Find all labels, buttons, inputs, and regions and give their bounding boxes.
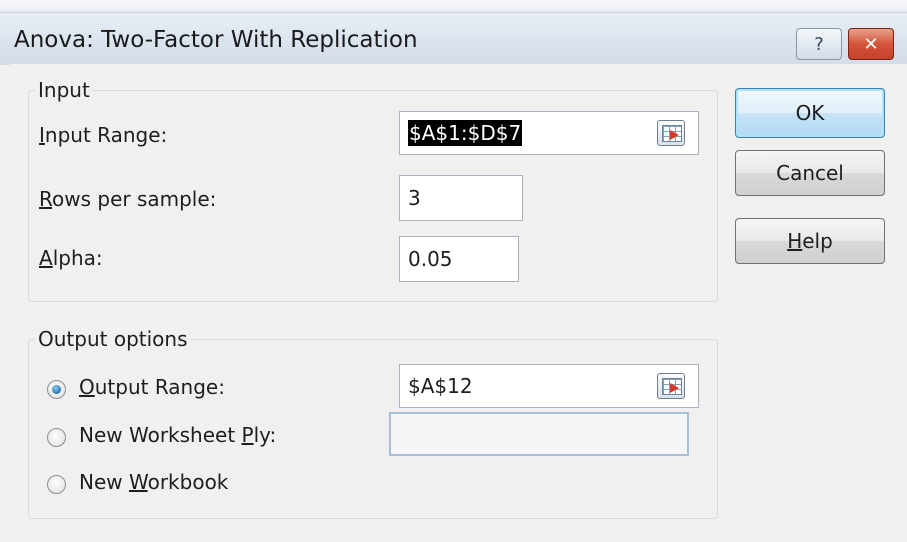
rows-per-sample-field[interactable]: 3	[399, 175, 523, 221]
output-group-title: Output options	[35, 327, 191, 351]
input-range-label: Input Range:	[39, 123, 167, 147]
rows-per-sample-label: Rows per sample:	[39, 187, 216, 211]
new-worksheet-mnemonic: P	[241, 423, 254, 447]
output-group: Output options Output Range: $A$12 New W…	[28, 327, 718, 519]
alpha-label-text: lpha:	[52, 246, 103, 270]
cancel-button[interactable]: Cancel	[735, 150, 885, 196]
input-range-field[interactable]: $A$1:$D$7	[399, 111, 699, 155]
new-worksheet-radio[interactable]	[47, 428, 66, 447]
rows-per-sample-value: 3	[408, 186, 421, 210]
new-worksheet-label[interactable]: New Worksheet Ply:	[79, 423, 276, 447]
new-worksheet-label-pre: New Worksheet	[79, 423, 242, 447]
input-range-label-text: nput Range:	[44, 123, 168, 147]
help-button[interactable]: Help	[735, 218, 885, 264]
title-bar[interactable]: Anova: Two-Factor With Replication ? ✕	[0, 12, 907, 65]
new-worksheet-field[interactable]	[389, 412, 689, 456]
input-range-value: $A$1:$D$7	[408, 120, 523, 146]
input-group-title: Input	[35, 78, 93, 102]
new-workbook-label[interactable]: New Workbook	[79, 470, 228, 494]
dialog-title: Anova: Two-Factor With Replication	[14, 27, 418, 53]
help-button-text: elp	[802, 229, 833, 253]
rows-per-sample-label-text: ows per sample:	[52, 187, 217, 211]
alpha-field[interactable]: 0.05	[399, 236, 519, 282]
output-range-label-text: utput Range:	[94, 375, 225, 399]
arrow-glyph	[670, 130, 679, 140]
output-range-field[interactable]: $A$12	[399, 364, 699, 408]
new-workbook-label-pre: New	[79, 470, 129, 494]
close-icon: ✕	[863, 33, 879, 55]
window-top-edge	[0, 0, 907, 12]
alpha-label: Alpha:	[39, 246, 103, 270]
output-range-collapse-icon[interactable]	[657, 373, 685, 399]
new-workbook-label-text: orkbook	[147, 470, 229, 494]
close-button[interactable]: ✕	[848, 28, 894, 60]
output-range-radio[interactable]	[47, 380, 66, 399]
dialog-body: Input Input Range: $A$1:$D$7 Rows per sa…	[10, 64, 907, 542]
new-workbook-mnemonic: W	[128, 470, 148, 494]
help-caption-button[interactable]: ?	[796, 28, 842, 60]
help-mnemonic: H	[787, 229, 803, 253]
question-mark-icon: ?	[814, 33, 824, 55]
input-range-collapse-icon[interactable]	[657, 120, 685, 146]
anova-dialog: Anova: Two-Factor With Replication ? ✕ I…	[0, 0, 907, 542]
output-range-mnemonic: O	[79, 375, 95, 399]
new-workbook-radio[interactable]	[47, 475, 66, 494]
output-range-label[interactable]: Output Range:	[79, 375, 225, 399]
input-group: Input Input Range: $A$1:$D$7 Rows per sa…	[28, 78, 718, 302]
alpha-mnemonic: A	[39, 246, 53, 270]
new-worksheet-label-text: ly:	[253, 423, 277, 447]
output-range-value: $A$12	[408, 374, 473, 398]
rows-per-sample-mnemonic: R	[39, 187, 52, 211]
alpha-value: 0.05	[408, 247, 453, 271]
arrow-glyph	[670, 383, 679, 393]
ok-button[interactable]: OK	[735, 88, 885, 138]
